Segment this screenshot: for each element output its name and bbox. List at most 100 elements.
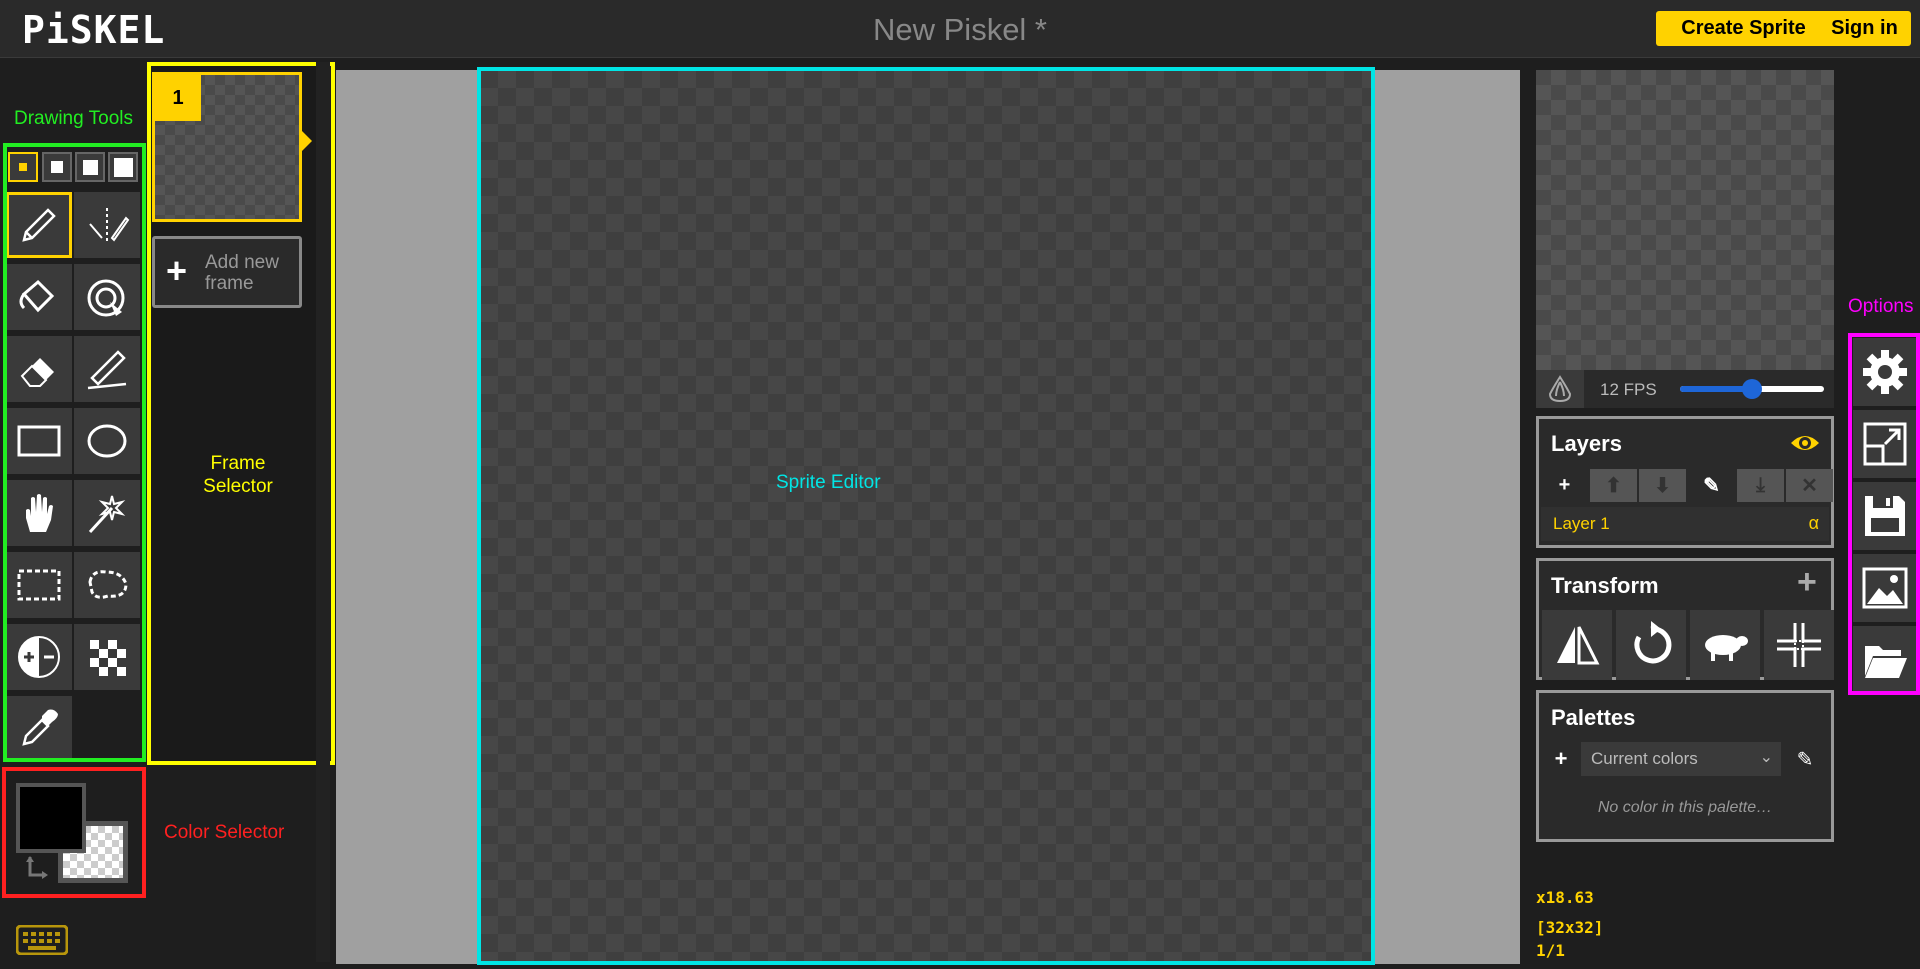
- import-button[interactable]: [1853, 626, 1917, 694]
- lighten-darken-tool[interactable]: [6, 624, 72, 690]
- sprite-editor-canvas[interactable]: [480, 70, 1373, 964]
- lasso-selection-tool[interactable]: [74, 552, 140, 618]
- toggle-layers-visibility-icon[interactable]: [1789, 431, 1821, 455]
- vertical-mirror-pen-icon: [89, 208, 130, 242]
- layers-title: Layers: [1551, 431, 1622, 456]
- eraser-tool[interactable]: [6, 336, 72, 402]
- export-button[interactable]: [1853, 554, 1917, 622]
- page-title: New Piskel *: [873, 12, 1047, 47]
- zoom-level: x18.63: [1536, 888, 1594, 907]
- create-palette-button[interactable]: +: [1541, 742, 1581, 776]
- app-header: PiSKEL New Piskel * Create Sprite Sign i…: [0, 0, 1920, 58]
- layer-alpha-toggle[interactable]: α: [1809, 513, 1819, 534]
- center-button[interactable]: [1764, 610, 1834, 680]
- swap-colors-icon[interactable]: [22, 853, 52, 883]
- create-sprite-button[interactable]: Create Sprite: [1656, 11, 1831, 46]
- merge-down-icon: ⤓: [1756, 474, 1765, 496]
- color-picker-icon: [22, 709, 58, 746]
- palettes-panel: Palettes + Current colors ⌄ ✎ No color i…: [1536, 690, 1834, 842]
- palette-select-value: Current colors: [1591, 749, 1698, 768]
- rename-layer-button[interactable]: ✎: [1688, 469, 1735, 502]
- palette-select[interactable]: Current colors ⌄: [1581, 742, 1781, 776]
- shape-selection-tool[interactable]: [74, 480, 140, 546]
- move-layer-down-button[interactable]: ⬇: [1639, 469, 1686, 502]
- paint-all-same-color-icon: [87, 279, 125, 317]
- folder-open-icon: [1865, 646, 1907, 678]
- preview-controls: 12 FPS: [1536, 370, 1834, 408]
- paint-all-same-color-tool[interactable]: [74, 264, 140, 330]
- keyboard-shortcuts-icon[interactable]: [15, 924, 69, 960]
- stroke-tool[interactable]: [74, 336, 140, 402]
- palettes-title: Palettes: [1551, 705, 1636, 730]
- options-label: Options: [1848, 296, 1914, 317]
- pencil-icon: [22, 208, 56, 242]
- pen-size-4[interactable]: [108, 152, 138, 182]
- pencil-icon: ✎: [1796, 748, 1814, 771]
- paint-bucket-icon: [19, 279, 55, 313]
- plus-icon: +: [1558, 474, 1571, 496]
- rotate-button[interactable]: [1616, 610, 1686, 680]
- animation-preview[interactable]: [1536, 70, 1834, 370]
- edit-palette-button[interactable]: ✎: [1781, 742, 1829, 776]
- move-layer-up-button[interactable]: ⬆: [1590, 469, 1637, 502]
- selected-frame-arrow: [302, 131, 312, 151]
- pen-size-2[interactable]: [42, 152, 72, 182]
- primary-color-swatch-front: [16, 783, 86, 853]
- frame-scrollbar[interactable]: [316, 62, 330, 962]
- frame-thumbnail[interactable]: 1: [152, 72, 302, 222]
- fps-label: 12 FPS: [1600, 380, 1657, 399]
- layer-row[interactable]: Layer 1 α: [1541, 507, 1829, 541]
- stroke-icon: [87, 350, 127, 390]
- color-selector-label: Color Selector: [164, 822, 285, 843]
- gear-icon: [1863, 350, 1907, 394]
- image-icon: [1862, 567, 1908, 609]
- arrow-down-icon: ⬇: [1654, 475, 1671, 497]
- dithering-icon: [90, 640, 126, 676]
- pencil-icon: ✎: [1703, 475, 1720, 497]
- onion-skin-icon: [1548, 375, 1572, 403]
- fps-slider-track[interactable]: [1680, 379, 1824, 399]
- save-button[interactable]: [1853, 482, 1917, 550]
- clone-button[interactable]: [1690, 610, 1760, 680]
- onion-skin-toggle[interactable]: [1536, 370, 1584, 408]
- plus-icon: +: [1554, 746, 1568, 771]
- frame-counter: 1/1: [1536, 941, 1565, 960]
- add-layer-button[interactable]: +: [1541, 469, 1588, 502]
- vertical-mirror-pen-tool[interactable]: [74, 192, 140, 258]
- lighten-darken-icon: [18, 636, 60, 678]
- transform-title: Transform: [1551, 573, 1659, 598]
- flip-button[interactable]: [1542, 610, 1612, 680]
- pencil-tool[interactable]: [6, 192, 72, 258]
- clone-sheep-icon: [1705, 635, 1748, 661]
- move-tool[interactable]: [6, 480, 72, 546]
- rectangle-selection-tool[interactable]: [6, 552, 72, 618]
- delete-layer-button[interactable]: ✕: [1786, 469, 1833, 502]
- close-icon: ✕: [1801, 475, 1818, 497]
- save-icon: [1865, 496, 1905, 536]
- circle-tool[interactable]: [74, 408, 140, 474]
- pen-size-3[interactable]: [75, 152, 105, 182]
- plus-icon: +: [166, 250, 188, 291]
- sign-in-button[interactable]: Sign in: [1818, 11, 1911, 46]
- expand-transform-icon[interactable]: +: [1797, 563, 1817, 602]
- rotate-icon: [1634, 621, 1672, 664]
- layer-name: Layer 1: [1553, 514, 1610, 533]
- frame-number: 1: [155, 75, 201, 121]
- frame-selector-label: Frame Selector: [203, 453, 273, 497]
- transform-panel: Transform +: [1536, 558, 1834, 680]
- rectangle-tool[interactable]: [6, 408, 72, 474]
- resize-button[interactable]: [1853, 410, 1917, 478]
- add-frame-label: Add new frame: [205, 252, 279, 294]
- piskel-logo[interactable]: PiSKEL: [22, 8, 165, 52]
- add-frame-button[interactable]: + Add new frame: [152, 236, 302, 308]
- merge-layer-button[interactable]: ⤓: [1737, 469, 1784, 502]
- color-picker-tool[interactable]: [6, 696, 72, 762]
- sprite-editor-label: Sprite Editor: [776, 472, 881, 493]
- fps-slider-thumb[interactable]: [1742, 379, 1762, 399]
- settings-button[interactable]: [1853, 338, 1917, 406]
- palette-empty-message: No color in this palette…: [1597, 799, 1773, 816]
- paint-bucket-tool[interactable]: [6, 264, 72, 330]
- pen-size-1[interactable]: [8, 152, 38, 182]
- dithering-tool[interactable]: [74, 624, 140, 690]
- shape-selection-icon: [88, 495, 126, 534]
